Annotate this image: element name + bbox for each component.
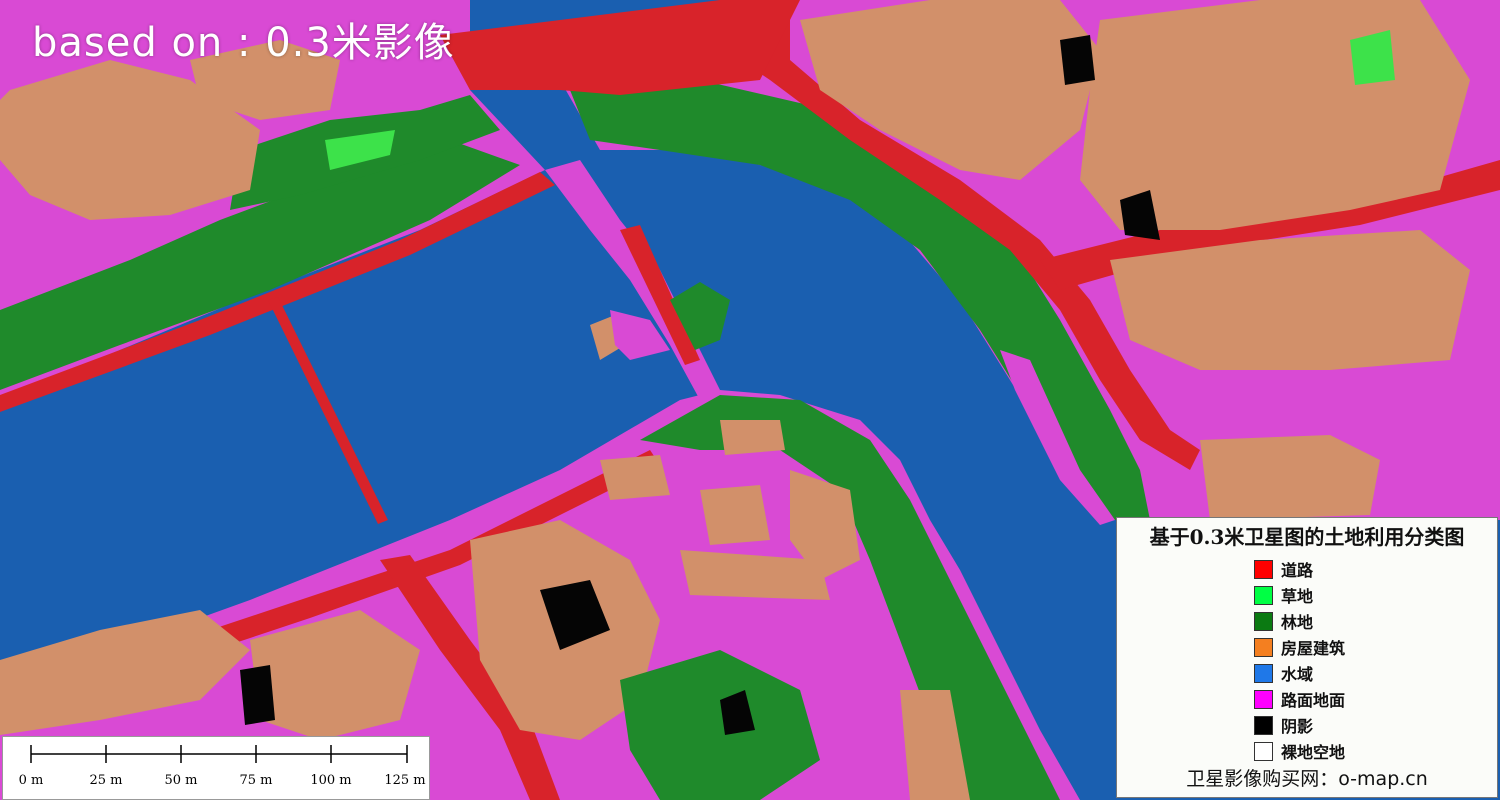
scale-label-2: 50 m — [164, 773, 198, 788]
legend-item-building: 房屋建筑 — [1254, 634, 1345, 660]
legend-item-grass: 草地 — [1254, 582, 1345, 608]
legend-label-bare-land: 裸地空地 — [1281, 743, 1346, 762]
legend-swatch-forest — [1254, 611, 1273, 631]
scale-bar-graphic — [30, 745, 408, 763]
scale-label-3: 75 m — [239, 773, 273, 788]
scale-bar: 0 m 25 m 50 m 75 m 100 m 125 m — [2, 736, 430, 800]
legend-label-grass: 草地 — [1281, 587, 1314, 606]
legend-label-building: 房屋建筑 — [1281, 639, 1346, 658]
legend-footer: 卫星影像购买网：o-map.cn — [1186, 768, 1428, 790]
legend-panel: 基于0.3米卫星图的土地利用分类图 道路 草地 林地 房屋建筑 水域 路面地面 … — [1116, 517, 1498, 798]
legend-items: 道路 草地 林地 房屋建筑 水域 路面地面 阴影 裸地空地 — [1254, 556, 1345, 764]
building-ne4 — [1200, 435, 1380, 520]
building-s5 — [600, 455, 670, 500]
building-s4 — [720, 420, 785, 455]
map-view[interactable]: based on : 0.3米影像 0 m 25 m 50 m 75 m 100… — [0, 0, 1500, 800]
shadow-s1 — [240, 665, 275, 725]
legend-item-road: 道路 — [1254, 556, 1345, 582]
legend-title: 基于0.3米卫星图的土地利用分类图 — [1149, 525, 1465, 549]
legend-item-water: 水域 — [1254, 660, 1345, 686]
legend-swatch-water — [1254, 663, 1273, 683]
shadow-ne2 — [1060, 35, 1095, 85]
legend-label-water: 水域 — [1281, 665, 1314, 684]
legend-item-shadow: 阴影 — [1254, 712, 1345, 738]
legend-label-road: 道路 — [1281, 561, 1314, 580]
legend-swatch-grass — [1254, 585, 1273, 605]
legend-swatch-shadow — [1254, 715, 1273, 735]
legend-item-bare-land: 裸地空地 — [1254, 738, 1345, 764]
scale-label-5: 125 m — [384, 773, 426, 788]
legend-swatch-road — [1254, 559, 1273, 579]
overlay-title: based on : 0.3米影像 — [32, 20, 455, 66]
legend-label-pavement: 路面地面 — [1281, 691, 1346, 710]
scale-label-4: 100 m — [310, 773, 352, 788]
legend-swatch-pavement — [1254, 689, 1273, 709]
legend-item-pavement: 路面地面 — [1254, 686, 1345, 712]
legend-swatch-bare-land — [1254, 741, 1273, 761]
scale-label-0: 0 m — [18, 773, 44, 788]
legend-label-forest: 林地 — [1281, 613, 1314, 632]
legend-item-forest: 林地 — [1254, 608, 1345, 634]
scale-label-1: 25 m — [89, 773, 123, 788]
legend-swatch-building — [1254, 637, 1273, 657]
legend-label-shadow: 阴影 — [1281, 717, 1314, 736]
building-s2 — [700, 485, 770, 545]
